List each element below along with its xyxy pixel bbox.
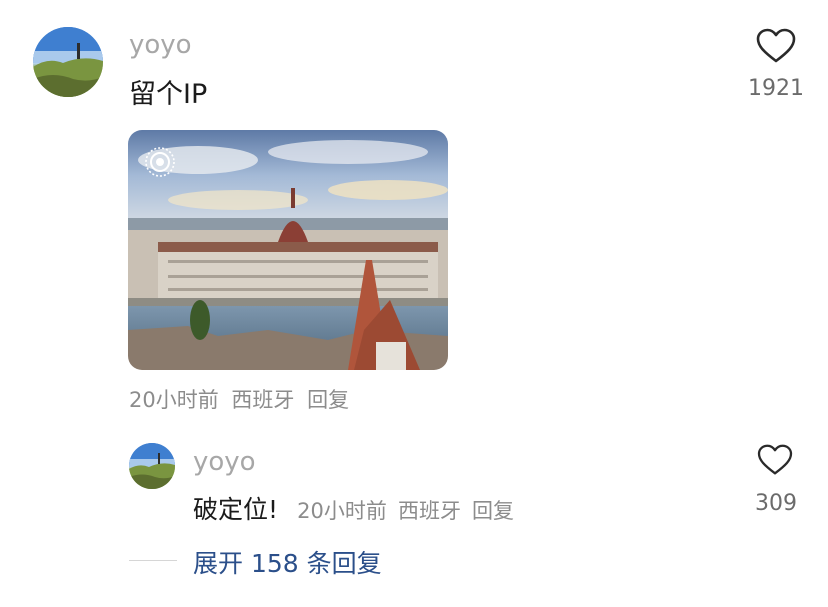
reply-like-button[interactable]	[757, 444, 793, 476]
heart-outline-icon	[756, 28, 796, 63]
comment-time: 20小时前	[129, 388, 219, 412]
like-button[interactable]	[756, 28, 796, 64]
comment-photo[interactable]	[128, 130, 448, 370]
live-photo-icon	[144, 146, 176, 178]
reply-like-count: 309	[755, 491, 797, 516]
reply-button[interactable]: 回复	[307, 388, 349, 412]
parliament-photo-image	[128, 130, 448, 370]
reply-username[interactable]: yoyo	[193, 447, 256, 477]
heart-outline-icon	[757, 444, 793, 475]
reply-time: 20小时前	[297, 499, 387, 523]
expand-divider	[129, 560, 177, 561]
reply-body: 破定位! 20小时前 西班牙 回复	[193, 490, 514, 526]
reply-location: 西班牙	[397, 499, 461, 523]
avatar-image	[129, 443, 175, 489]
reply-avatar[interactable]	[129, 443, 175, 489]
expand-replies-link[interactable]: 展开 158 条回复	[193, 544, 382, 580]
reply-text: 破定位!	[193, 495, 279, 524]
comment-username[interactable]: yoyo	[129, 30, 192, 60]
comment-text: 留个IP	[129, 79, 208, 110]
like-count: 1921	[748, 76, 804, 101]
reply-reply-button[interactable]: 回复	[472, 499, 514, 523]
avatar-image	[33, 27, 103, 97]
comment-meta: 20小时前 西班牙 回复	[129, 384, 349, 414]
avatar[interactable]	[33, 27, 103, 97]
comment-location: 西班牙	[231, 388, 295, 412]
